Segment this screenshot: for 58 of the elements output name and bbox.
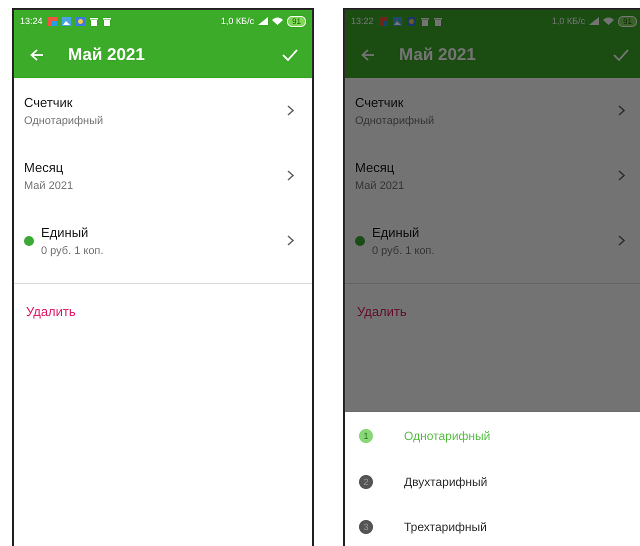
list-row[interactable]: Счетчик Однотарифный [14,78,312,143]
notification-icon [406,16,416,26]
sheet-option[interactable]: 3 Трехтарифный [345,504,640,546]
chevron-right-icon [618,235,625,246]
row-label: Месяц [355,160,396,174]
row-value: 0 руб. 1 коп. [372,244,436,256]
list-row[interactable]: Единый 0 руб. 1 коп. [14,208,312,273]
wifi-icon [272,17,284,25]
trash-icon [434,16,442,26]
battery-level: 91 [287,16,306,26]
signal-icon [258,17,268,25]
notification-icon [378,16,388,26]
list-row[interactable]: Месяц Май 2021 [14,143,312,208]
row-value: Май 2021 [24,180,74,192]
trash-icon [420,16,429,26]
row-label: Месяц [24,160,64,174]
row-value: Однотарифный [355,114,436,126]
trash-icon [90,16,98,26]
row-value: Однотарифный [24,114,104,126]
chevron-right-icon [287,170,294,181]
row-label: Счетчик [355,94,404,110]
row-value: 0 руб. 1 коп. [41,244,104,256]
delete-link[interactable]: Удалить [357,304,407,319]
back-arrow-icon[interactable] [30,49,44,61]
signal-icon [589,17,600,25]
image-icon [62,16,71,26]
toolbar-title: Май 2021 [68,45,145,65]
chevron-right-icon [287,105,294,116]
network-speed: 1,0 КБ/с [220,16,254,26]
wifi-icon [603,17,614,25]
notification-icon [48,16,57,26]
row-label: Единый [372,224,420,240]
notification-icon [76,16,85,26]
row-label: Счетчик [24,94,74,110]
list-row[interactable]: Счетчик Однотарифный [345,78,640,143]
status-time: 13:24 [20,16,43,26]
row-label: Единый [41,224,90,240]
sheet-option[interactable]: 1 Однотарифный [345,413,640,459]
delete-link[interactable]: Удалить [26,304,76,319]
row-value: Май 2021 [355,180,406,192]
sheet-option[interactable]: 2 Двухтарифный [345,458,640,504]
number-badge: 3 [359,520,373,534]
list-row[interactable]: Месяц Май 2021 [345,143,640,208]
back-arrow-icon[interactable] [361,49,375,61]
toolbar-title: Май 2021 [399,45,476,65]
check-icon[interactable] [613,49,629,61]
status-time: 13:22 [351,16,374,26]
chevron-right-icon [618,170,625,181]
network-speed: 1,0 КБ/с [552,16,586,26]
number-badge: 1 [359,428,373,443]
check-icon[interactable] [282,49,298,61]
list-row[interactable]: Единый 0 руб. 1 коп. [345,208,640,273]
chevron-right-icon [618,105,625,116]
battery-level: 91 [618,16,637,26]
chevron-right-icon [287,235,294,246]
trash-icon [102,16,111,26]
image-icon [392,16,402,26]
number-badge: 2 [359,474,373,488]
